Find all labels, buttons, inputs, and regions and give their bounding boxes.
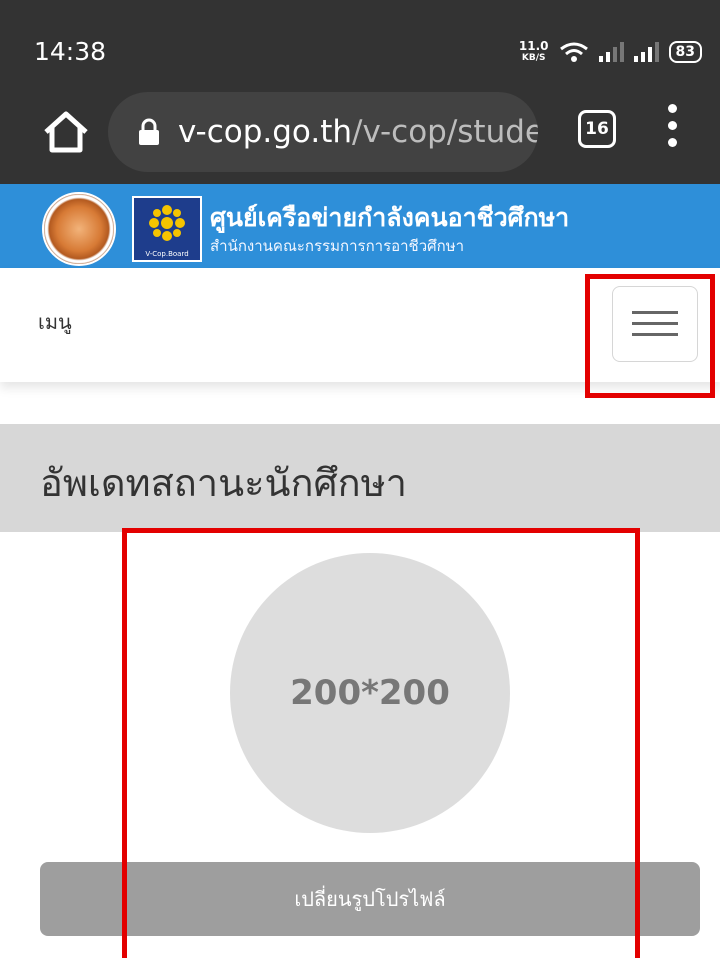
signal-icon [633,42,659,62]
home-icon[interactable] [40,106,92,158]
page-title: อัพเดทสถานะนักศึกษา [40,461,408,505]
tabs-icon[interactable]: 16 [578,110,616,148]
title-band: อัพเดทสถานะนักศึกษา [0,424,720,532]
site-header: V-Cop.Board ศูนย์เครือข่ายกำลังคนอาชีวศึ… [0,184,720,268]
highlight-box-profile [122,528,640,958]
browser-toolbar: v-cop.go.th/v-cop/studei 16 [0,80,720,184]
net-speed: 11.0 KB/S [518,39,549,63]
menu-label: เมนู [38,310,72,334]
status-icons: 11.0 KB/S 83 [519,36,702,68]
signal-icon [598,42,624,62]
status-bar: 14:38 11.0 KB/S 83 [0,0,720,80]
seal-logo [42,192,116,266]
lock-icon [139,118,159,145]
url-text: v-cop.go.th/v-cop/studei [178,114,538,150]
site-subtitle: สำนักงานคณะกรรมการการอาชีวศึกษา [210,237,465,255]
address-bar[interactable]: v-cop.go.th/v-cop/studei [108,92,538,172]
battery-icon: 83 [668,41,702,63]
site-title[interactable]: ศูนย์เครือข่ายกำลังคนอาชีวศึกษา [210,198,569,238]
more-icon[interactable] [666,104,678,162]
flower-icon [149,205,185,241]
board-logo-label: V-Cop.Board [145,250,189,258]
vcop-board-logo: V-Cop.Board [132,196,202,262]
status-time: 14:38 [34,37,107,66]
wifi-icon [559,42,588,62]
highlight-box-menu [585,274,715,398]
